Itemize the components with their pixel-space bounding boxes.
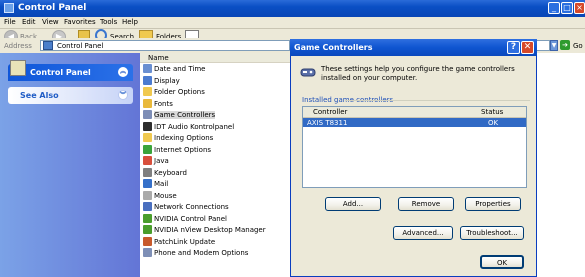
dialog-title-bar: Game Controllers xyxy=(290,39,537,56)
menu-edit[interactable]: Edit xyxy=(22,18,36,26)
window-title: Control Panel xyxy=(18,3,87,13)
collapse-chevron-icon[interactable]: ︽ xyxy=(118,67,128,77)
add-button[interactable]: Add... xyxy=(325,197,381,211)
file-list-item-label: PatchLink Update xyxy=(154,237,216,246)
properties-button[interactable]: Properties xyxy=(465,197,521,211)
nview-icon xyxy=(143,225,152,234)
menu-tools[interactable]: Tools xyxy=(100,18,117,26)
go-button-label[interactable]: Go xyxy=(573,42,583,50)
mail-icon xyxy=(143,179,152,188)
file-list-item-label: Keyboard xyxy=(154,168,187,177)
address-value: Control Panel xyxy=(57,42,104,50)
menu-favorites[interactable]: Favorites xyxy=(64,18,96,26)
dialog-close-button[interactable]: ✕ xyxy=(521,41,534,54)
folder-options-icon xyxy=(143,87,152,96)
file-list-item[interactable]: Java xyxy=(143,156,293,165)
java-icon xyxy=(143,156,152,165)
minimize-button[interactable]: _ xyxy=(548,2,560,14)
file-list-item-label: Java xyxy=(154,157,169,165)
controller-row[interactable]: AXIS T8311 OK xyxy=(303,118,526,127)
file-list-item[interactable]: Internet Options xyxy=(143,144,293,154)
file-list-item[interactable]: Game Controllers xyxy=(143,110,293,119)
file-list-item-label: Display xyxy=(154,76,180,85)
expand-chevron-icon[interactable]: ︾ xyxy=(118,90,128,100)
troubleshoot-button[interactable]: Troubleshoot... xyxy=(460,226,524,240)
name-column-label: Name xyxy=(148,54,169,62)
group-divider xyxy=(345,100,530,101)
controllers-list-header: Controller Status xyxy=(303,107,526,118)
controller-column-header[interactable]: Controller xyxy=(313,108,347,116)
file-list-item-label: NVIDIA Control Panel xyxy=(154,214,227,223)
file-list-item-label: NVIDIA nView Desktop Manager xyxy=(154,226,266,234)
phone-icon xyxy=(143,248,152,257)
file-list-item[interactable]: Mouse xyxy=(143,190,293,200)
game-controller-icon xyxy=(300,68,316,77)
remove-button[interactable]: Remove xyxy=(398,197,454,211)
control-panel-small-icon xyxy=(43,41,53,50)
control-panel-section-header[interactable]: Control Panel ︽ xyxy=(8,64,133,81)
file-list-item-label: Folder Options xyxy=(154,88,205,96)
menu-help[interactable]: Help xyxy=(122,18,138,26)
file-list-item-label: Mail xyxy=(154,180,169,188)
dialog-description: These settings help you configure the ga… xyxy=(321,65,515,82)
controller-name: AXIS T8311 xyxy=(307,119,348,127)
mouse-icon xyxy=(143,190,152,200)
address-label: Address xyxy=(4,42,32,50)
audio-icon xyxy=(143,121,152,131)
help-button[interactable]: ? xyxy=(507,41,520,54)
file-list-item[interactable]: Fonts xyxy=(143,98,293,108)
file-list-item[interactable]: Date and Time xyxy=(143,64,293,73)
menu-view[interactable]: View xyxy=(42,18,59,26)
file-list-item-label: Indexing Options xyxy=(154,134,214,142)
network-icon xyxy=(143,202,152,211)
internet-icon xyxy=(143,144,152,154)
file-list-item-label: Game Controllers xyxy=(154,111,216,119)
patchlink-icon xyxy=(143,236,152,246)
window-title-bar: Control Panel _ □ × xyxy=(0,0,585,17)
menu-file[interactable]: File xyxy=(4,18,16,26)
file-list-item[interactable]: Network Connections xyxy=(143,202,293,211)
file-list-item[interactable]: Folder Options xyxy=(143,87,293,96)
clock-icon xyxy=(143,64,152,73)
control-panel-icon xyxy=(4,3,14,13)
go-arrow-icon[interactable]: ➔ xyxy=(560,40,570,50)
file-list-item[interactable]: PatchLink Update xyxy=(143,236,293,246)
see-also-label: See Also xyxy=(20,91,59,100)
display-icon xyxy=(143,75,152,85)
file-list-item[interactable]: IDT Audio Kontrolpanel xyxy=(143,121,293,131)
file-list-item-label: Mouse xyxy=(154,191,177,200)
file-list-item[interactable]: Indexing Options xyxy=(143,133,293,142)
file-list-item[interactable]: Keyboard xyxy=(143,167,293,177)
file-list-item[interactable]: Mail xyxy=(143,179,293,188)
file-list-item[interactable]: NVIDIA Control Panel xyxy=(143,213,293,223)
chevron-down-icon[interactable]: ▼ xyxy=(550,40,558,51)
game-controller-icon xyxy=(143,110,152,119)
file-list-item[interactable]: NVIDIA nView Desktop Manager xyxy=(143,225,293,234)
maximize-button[interactable]: □ xyxy=(561,2,573,14)
status-column-header[interactable]: Status xyxy=(481,108,503,116)
control-panel-section-label: Control Panel xyxy=(30,68,91,77)
file-list-item-label: IDT Audio Kontrolpanel xyxy=(154,122,235,131)
content-area-right xyxy=(537,53,585,277)
file-list-item-label: Phone and Modem Options xyxy=(154,249,249,257)
menu-bar: File Edit View Favorites Tools Help xyxy=(0,17,585,29)
controller-status: OK xyxy=(488,119,499,127)
fonts-folder-icon xyxy=(143,98,152,108)
control-panel-large-icon xyxy=(10,60,26,76)
file-list-item[interactable]: Display xyxy=(143,75,293,85)
dialog-title: Game Controllers xyxy=(294,43,373,52)
indexing-icon xyxy=(143,133,152,142)
file-list-item[interactable]: Phone and Modem Options xyxy=(143,248,293,257)
see-also-section-header[interactable]: See Also ︾ xyxy=(8,87,133,104)
nvidia-icon xyxy=(143,213,152,223)
file-list-item-label: Network Connections xyxy=(154,203,229,211)
ok-button[interactable]: OK xyxy=(480,255,524,269)
advanced-button[interactable]: Advanced... xyxy=(393,226,453,240)
close-button[interactable]: × xyxy=(574,2,585,14)
name-column-header[interactable]: Name xyxy=(140,53,290,63)
file-list-item-label: Fonts xyxy=(154,99,173,108)
file-list-item-label: Date and Time xyxy=(154,65,206,73)
file-list-item-label: Internet Options xyxy=(154,145,212,154)
keyboard-icon xyxy=(143,167,152,177)
